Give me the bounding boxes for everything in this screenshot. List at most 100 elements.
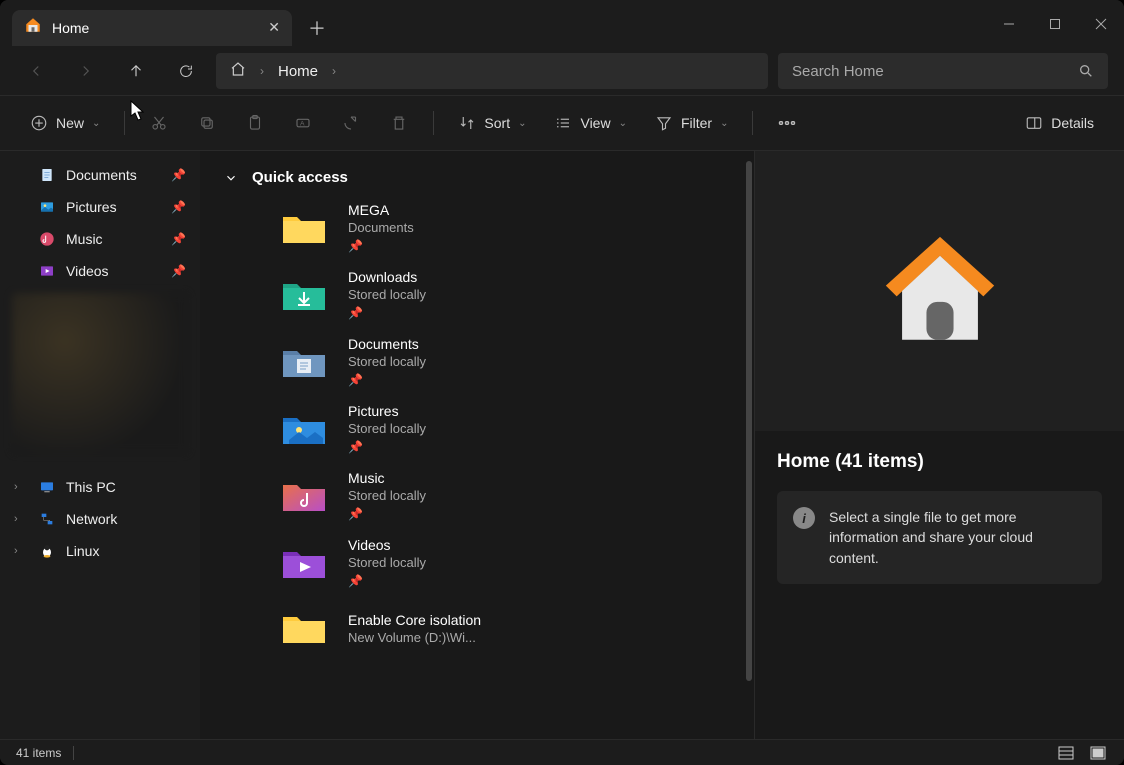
rename-button[interactable]: A (283, 108, 323, 138)
list-item[interactable]: Documents Stored locally 📌 (200, 328, 754, 395)
sidebar-label: Music (66, 231, 103, 247)
chevron-right-icon[interactable]: › (14, 481, 28, 493)
refresh-button[interactable] (166, 53, 206, 89)
maximize-button[interactable] (1032, 0, 1078, 47)
list-item[interactable]: Music Stored locally 📌 (200, 462, 754, 529)
sidebar-label: Linux (66, 543, 99, 559)
sidebar-item-documents[interactable]: Documents 📌 (4, 159, 196, 191)
add-tab-button[interactable]: ＋ (292, 15, 342, 41)
sidebar-item-videos[interactable]: Videos 📌 (4, 255, 196, 287)
pin-icon: 📌 (348, 373, 426, 387)
documents-icon (38, 166, 56, 184)
home-icon (230, 61, 246, 81)
more-button[interactable] (767, 115, 807, 131)
pin-icon: 📌 (171, 264, 186, 278)
svg-text:A: A (300, 120, 305, 127)
breadcrumb-location[interactable]: Home (278, 63, 318, 80)
sidebar-item-this-pc[interactable]: › This PC (4, 471, 196, 503)
network-icon (38, 510, 56, 528)
preview-title: Home (41 items) (777, 451, 1102, 473)
sidebar-label: Documents (66, 167, 137, 183)
status-count: 41 items (16, 746, 61, 760)
view-thumbnails-button[interactable] (1088, 745, 1108, 761)
music-icon (38, 230, 56, 248)
list-item[interactable]: Downloads Stored locally 📌 (200, 261, 754, 328)
folder-icon (280, 604, 328, 652)
sidebar-item-linux[interactable]: › Linux (4, 535, 196, 567)
linux-icon (38, 542, 56, 560)
pin-icon: 📌 (171, 200, 186, 214)
cut-button[interactable] (139, 108, 179, 138)
main-content: Quick access MEGA Documents 📌 Downloads … (200, 151, 754, 739)
chevron-right-icon[interactable]: › (14, 545, 28, 557)
minimize-button[interactable] (986, 0, 1032, 47)
sidebar-item-network[interactable]: › Network (4, 503, 196, 535)
list-item[interactable]: Pictures Stored locally 📌 (200, 395, 754, 462)
filter-button[interactable]: Filter ⌄ (645, 108, 739, 138)
toolbar: New ⌄ A Sort ⌄ View ⌄ Filter ⌄ (0, 95, 1124, 151)
pin-icon: 📌 (348, 574, 426, 588)
details-button[interactable]: Details (1015, 108, 1104, 138)
address-bar[interactable]: › Home › (216, 53, 768, 89)
titlebar: Home ✕ ＋ (0, 0, 1124, 47)
list-item[interactable]: MEGA Documents 📌 (200, 194, 754, 261)
list-item[interactable]: Enable Core isolation New Volume (D:)\Wi… (200, 596, 754, 660)
preview-hero (755, 151, 1124, 431)
sidebar: Documents 📌 Pictures 📌 Music 📌 Videos 📌 (0, 151, 200, 739)
delete-button[interactable] (379, 108, 419, 138)
chevron-down-icon: ⌄ (518, 118, 526, 129)
info-text: Select a single file to get more informa… (829, 507, 1086, 568)
sidebar-label: Videos (66, 263, 109, 279)
pictures-folder-icon (280, 405, 328, 453)
paste-button[interactable] (235, 108, 275, 138)
view-details-button[interactable] (1056, 745, 1076, 761)
pin-icon: 📌 (348, 507, 426, 521)
chevron-down-icon: ⌄ (619, 118, 627, 129)
section-quick-access[interactable]: Quick access (200, 161, 754, 194)
search-icon (1078, 63, 1094, 79)
tab-home[interactable]: Home ✕ (12, 10, 292, 46)
videos-folder-icon (280, 539, 328, 587)
pin-icon: 📌 (348, 239, 414, 253)
copy-button[interactable] (187, 108, 227, 138)
sort-button[interactable]: Sort ⌄ (448, 108, 536, 138)
sidebar-item-music[interactable]: Music 📌 (4, 223, 196, 255)
home-icon (875, 226, 1005, 356)
close-tab-icon[interactable]: ✕ (268, 19, 280, 36)
share-button[interactable] (331, 108, 371, 138)
new-button[interactable]: New ⌄ (20, 108, 110, 138)
forward-button[interactable] (66, 53, 106, 89)
pictures-icon (38, 198, 56, 216)
folder-icon (280, 204, 328, 252)
downloads-icon (280, 271, 328, 319)
back-button[interactable] (16, 53, 56, 89)
pc-icon (38, 478, 56, 496)
chevron-right-icon[interactable]: › (14, 513, 28, 525)
sidebar-label: This PC (66, 479, 116, 495)
blurred-region (12, 293, 188, 453)
list-item[interactable]: Videos Stored locally 📌 (200, 529, 754, 596)
close-window-button[interactable] (1078, 0, 1124, 47)
status-bar: 41 items (0, 739, 1124, 765)
chevron-down-icon: ⌄ (720, 118, 728, 129)
sidebar-item-pictures[interactable]: Pictures 📌 (4, 191, 196, 223)
chevron-right-icon[interactable]: › (332, 64, 336, 78)
videos-icon (38, 262, 56, 280)
chevron-right-icon: › (260, 64, 264, 78)
scrollbar[interactable] (746, 161, 752, 681)
up-button[interactable] (116, 53, 156, 89)
search-placeholder: Search Home (792, 63, 1078, 80)
pin-icon: 📌 (348, 440, 426, 454)
address-row: › Home › Search Home (0, 47, 1124, 95)
chevron-down-icon: ⌄ (92, 118, 100, 129)
search-input[interactable]: Search Home (778, 53, 1108, 89)
view-button[interactable]: View ⌄ (544, 108, 636, 138)
music-folder-icon (280, 472, 328, 520)
pin-icon: 📌 (348, 306, 426, 320)
pin-icon: 📌 (171, 232, 186, 246)
chevron-down-icon (224, 171, 238, 185)
tab-title: Home (52, 20, 258, 36)
info-box: i Select a single file to get more infor… (777, 491, 1102, 584)
home-icon (24, 16, 42, 39)
pin-icon: 📌 (171, 168, 186, 182)
